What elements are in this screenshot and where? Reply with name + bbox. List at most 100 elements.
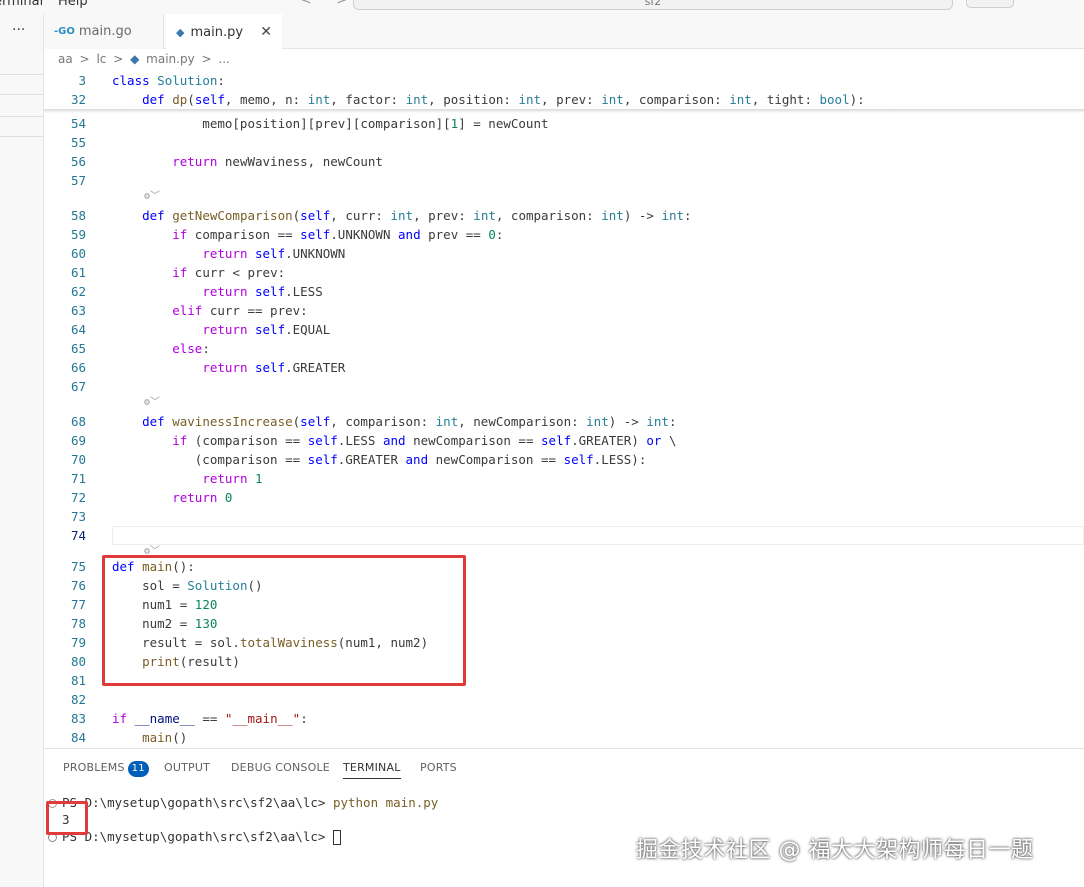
code-line[interactable]: 62 return self.LESS xyxy=(44,282,1084,301)
line-number: 56 xyxy=(70,154,86,169)
panel-tab-terminal[interactable]: TERMINAL xyxy=(343,761,401,779)
code-line[interactable]: 65 else: xyxy=(44,339,1084,358)
panel-tab-debug-console[interactable]: DEBUG CONSOLE xyxy=(231,761,330,774)
terminal-prompt: PS D:\mysetup\gopath\src\sf2\aa\lc> xyxy=(62,795,333,810)
panel-tab-ports[interactable]: PORTS xyxy=(420,761,457,774)
command-center-label: sf2 xyxy=(644,0,662,8)
sticky-scroll-shadow xyxy=(44,109,1084,113)
code-text: return self.LESS xyxy=(202,284,323,299)
code-text: return self.GREATER xyxy=(202,360,346,375)
code-line[interactable]: 58 def getNewComparison(self, curr: int,… xyxy=(44,206,1084,225)
line-number: 69 xyxy=(70,433,86,448)
command-center[interactable]: sf2 xyxy=(353,0,953,10)
code-text: return self.UNKNOWN xyxy=(202,246,346,261)
code-line[interactable]: 57 xyxy=(44,171,1084,190)
go-icon: -GO xyxy=(54,26,75,37)
terminal-command: python main.py xyxy=(332,795,439,810)
line-number: 73 xyxy=(70,509,86,524)
code-line[interactable]: 84 main() xyxy=(44,728,1084,747)
code-text: (comparison == self.GREATER and newCompa… xyxy=(112,452,647,467)
tab-main-go[interactable]: -GO main.go xyxy=(44,14,164,49)
code-line[interactable]: 56 return newWaviness, newCount xyxy=(44,152,1084,171)
bottom-panel: PROBLEMS 11 OUTPUT DEBUG CONSOLE TERMINAL… xyxy=(44,748,1084,887)
code-text: def dp(self, memo, n: int, factor: int, … xyxy=(142,92,865,107)
breadcrumb-item[interactable]: ... xyxy=(218,52,229,66)
terminal-cursor xyxy=(332,830,341,845)
code-line[interactable]: 68 def wavinessIncrease(self, comparison… xyxy=(44,412,1084,431)
line-number: 3 xyxy=(78,73,86,88)
title-bar: erminal Help < > sf2 xyxy=(0,0,1084,14)
highlight-annotation-output xyxy=(46,801,88,835)
line-number: 67 xyxy=(70,379,86,394)
python-icon: ◆ xyxy=(130,52,140,66)
line-number: 75 xyxy=(70,559,86,574)
line-number: 61 xyxy=(70,265,86,280)
line-number: 32 xyxy=(70,92,86,107)
code-text: elif curr == prev: xyxy=(172,303,308,318)
code-line[interactable]: 60 return self.UNKNOWN xyxy=(44,244,1084,263)
menu-help[interactable]: Help xyxy=(58,0,88,9)
line-number: 71 xyxy=(70,471,86,486)
line-number: 77 xyxy=(70,597,86,612)
breadcrumb-item[interactable]: main.py xyxy=(146,52,195,66)
chevron-right-icon: > xyxy=(201,52,212,66)
menu-terminal[interactable]: erminal xyxy=(0,0,43,9)
code-lens-icon[interactable]: ⚙﹀ xyxy=(144,187,160,206)
line-number: 76 xyxy=(70,578,86,593)
activity-bar: ··· xyxy=(0,14,44,887)
code-text: class Solution: xyxy=(112,73,225,88)
code-line[interactable]: 54 memo[position][prev][comparison][1] =… xyxy=(44,114,1084,133)
code-line[interactable]: 71 return 1 xyxy=(44,469,1084,488)
tab-main-py[interactable]: ◆ main.py ✕ xyxy=(166,14,282,50)
code-text: if comparison == self.UNKNOWN and prev =… xyxy=(172,227,504,242)
code-text: if (comparison == self.LESS and newCompa… xyxy=(172,433,677,448)
code-text: memo[position][prev][comparison][1] = ne… xyxy=(112,116,549,131)
code-lens-icon[interactable]: ⚙﹀ xyxy=(144,393,160,412)
divider xyxy=(0,136,44,137)
line-number: 57 xyxy=(70,173,86,188)
code-line[interactable]: 83 if __name__ == "__main__": xyxy=(44,709,1084,728)
code-line[interactable]: 59 if comparison == self.UNKNOWN and pre… xyxy=(44,225,1084,244)
line-number: 58 xyxy=(70,208,86,223)
code-text: def getNewComparison(self, curr: int, pr… xyxy=(142,208,692,223)
code-line[interactable]: 82 xyxy=(44,690,1084,709)
copilot-button[interactable] xyxy=(966,0,1014,8)
breadcrumb-item[interactable]: lc xyxy=(96,52,106,66)
terminal-line[interactable]: PS D:\mysetup\gopath\src\sf2\aa\lc> xyxy=(62,828,341,846)
highlight-annotation-main xyxy=(102,555,466,686)
code-text: def wavinessIncrease(self, comparison: i… xyxy=(142,414,677,429)
line-number: 63 xyxy=(70,303,86,318)
line-number: 81 xyxy=(70,673,86,688)
code-line[interactable]: 3 class Solution: xyxy=(44,71,1084,90)
line-number: 60 xyxy=(70,246,86,261)
code-line[interactable]: 72 return 0 xyxy=(44,488,1084,507)
code-line[interactable]: 32 def dp(self, memo, n: int, factor: in… xyxy=(44,90,1084,109)
nav-arrows-icon[interactable]: < > xyxy=(300,0,358,8)
close-icon[interactable]: ✕ xyxy=(260,24,272,40)
panel-tab-output[interactable]: OUTPUT xyxy=(164,761,210,774)
line-number: 68 xyxy=(70,414,86,429)
code-line[interactable]: 74 xyxy=(44,526,1084,545)
line-number: 62 xyxy=(70,284,86,299)
code-line[interactable]: 67 xyxy=(44,377,1084,396)
code-text: else: xyxy=(172,341,210,356)
code-line[interactable]: 64 return self.EQUAL xyxy=(44,320,1084,339)
code-line[interactable]: 61 if curr < prev: xyxy=(44,263,1084,282)
divider xyxy=(0,94,44,95)
code-line[interactable]: 55 xyxy=(44,133,1084,152)
line-number: 59 xyxy=(70,227,86,242)
watermark: 掘金技术社区 @ 福大大架构师每日一题 xyxy=(636,838,1034,863)
code-line[interactable]: 63 elif curr == prev: xyxy=(44,301,1084,320)
problems-count-badge: 11 xyxy=(127,761,149,777)
panel-tab-problems[interactable]: PROBLEMS 11 xyxy=(63,761,149,777)
line-number: 74 xyxy=(70,528,86,543)
breadcrumb-item[interactable]: aa xyxy=(58,52,73,66)
code-line[interactable]: 73 xyxy=(44,507,1084,526)
line-number: 80 xyxy=(70,654,86,669)
code-line[interactable]: 69 if (comparison == self.LESS and newCo… xyxy=(44,431,1084,450)
code-line[interactable]: 66 return self.GREATER xyxy=(44,358,1084,377)
line-number: 65 xyxy=(70,341,86,356)
code-line[interactable]: 70 (comparison == self.GREATER and newCo… xyxy=(44,450,1084,469)
line-number: 70 xyxy=(70,452,86,467)
more-actions-icon[interactable]: ··· xyxy=(12,22,25,38)
